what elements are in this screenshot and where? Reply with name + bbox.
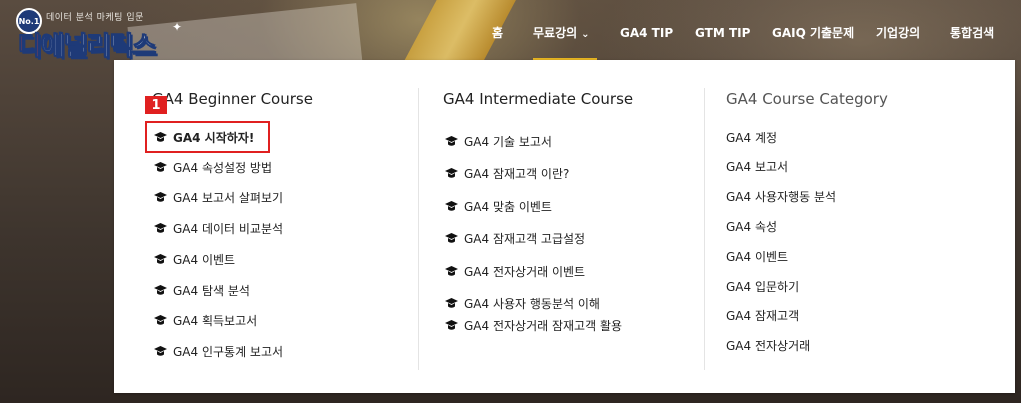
menu-item-label: GA4 데이터 비교분석 — [173, 222, 284, 236]
step-number-badge: 1 — [145, 96, 167, 114]
menu-item[interactable]: GA4 속성설정 방법 — [154, 160, 272, 176]
menu-item[interactable]: GA4 획득보고서 — [154, 313, 257, 329]
nav-item-free-courses[interactable]: 무료강의 ⌄ — [533, 23, 590, 45]
graduation-cap-icon — [154, 315, 167, 325]
main-nav: 홈 무료강의 ⌄ GA4 TIP GTM TIP GAIQ 기출문제 기업강의 통… — [0, 23, 1021, 47]
menu-item[interactable]: GA4 데이터 비교분석 — [154, 221, 283, 237]
menu-item[interactable]: GA4 이벤트 — [154, 252, 235, 268]
menu-item[interactable]: GA4 사용자 행동분석 이해 — [445, 296, 600, 312]
graduation-cap-icon — [445, 266, 458, 276]
graduation-cap-icon — [154, 192, 167, 202]
menu-item-label: GA4 사용자 행동분석 이해 — [464, 297, 600, 311]
column-title-beginner: GA4 Beginner Course — [152, 90, 313, 108]
nav-item-label: 무료강의 — [533, 26, 578, 40]
menu-item-label: GA4 보고서 살펴보기 — [173, 191, 284, 205]
column-divider — [418, 88, 419, 370]
menu-item[interactable]: GA4 전자상거래 잠재고객 활용 — [445, 318, 622, 334]
menu-item[interactable]: GA4 잠재고객 — [726, 308, 799, 324]
column-title-intermediate: GA4 Intermediate Course — [443, 90, 634, 108]
graduation-cap-icon — [154, 285, 167, 295]
menu-item[interactable]: GA4 사용자행동 분석 — [726, 189, 836, 205]
nav-item-gaiq[interactable]: GAIQ 기출문제 — [772, 23, 854, 43]
dropdown-menu: GA4 Beginner Course GA4 시작하자! GA4 속성설정 방… — [114, 60, 1015, 393]
highlight-box — [145, 121, 270, 153]
menu-item[interactable]: GA4 잠재고객 고급설정 — [445, 231, 585, 247]
graduation-cap-icon — [154, 223, 167, 233]
logo-tagline: 데이터 분석 마케팅 입문 — [46, 13, 144, 23]
menu-item-label: GA4 맞춤 이벤트 — [464, 200, 552, 214]
graduation-cap-icon — [154, 254, 167, 264]
menu-item-label: GA4 기술 보고서 — [464, 135, 552, 149]
menu-item-label: GA4 잠재고객 고급설정 — [464, 232, 586, 246]
menu-item-label: GA4 속성설정 방법 — [173, 161, 273, 175]
menu-item[interactable]: GA4 보고서 살펴보기 — [154, 190, 283, 206]
nav-item-search[interactable]: 통합검색 — [950, 23, 994, 43]
menu-item-label: GA4 전자상거래 잠재고객 활용 — [464, 319, 623, 333]
menu-item-label: GA4 인구통계 보고서 — [173, 345, 284, 359]
menu-item[interactable]: GA4 이벤트 — [726, 249, 788, 265]
graduation-cap-icon — [445, 136, 458, 146]
graduation-cap-icon — [154, 346, 167, 356]
chevron-down-icon: ⌄ — [581, 29, 590, 40]
nav-item-corporate[interactable]: 기업강의 — [876, 23, 920, 43]
graduation-cap-icon — [154, 162, 167, 172]
menu-item-label: GA4 탐색 분석 — [173, 284, 250, 298]
nav-item-ga4-tip[interactable]: GA4 TIP — [620, 23, 673, 43]
menu-item[interactable]: GA4 탐색 분석 — [154, 283, 250, 299]
nav-item-home[interactable]: 홈 — [492, 23, 503, 43]
menu-item-label: GA4 잠재고객 이란? — [464, 167, 570, 181]
menu-item[interactable]: GA4 잠재고객 이란? — [445, 166, 569, 182]
graduation-cap-icon — [445, 168, 458, 178]
menu-item[interactable]: GA4 맞춤 이벤트 — [445, 199, 552, 215]
graduation-cap-icon — [445, 201, 458, 211]
menu-item[interactable]: GA4 속성 — [726, 219, 777, 235]
menu-item-label: GA4 획득보고서 — [173, 314, 258, 328]
menu-item[interactable]: GA4 계정 — [726, 130, 777, 146]
menu-item[interactable]: GA4 입문하기 — [726, 279, 799, 295]
nav-item-gtm-tip[interactable]: GTM TIP — [695, 23, 750, 43]
graduation-cap-icon — [445, 233, 458, 243]
column-divider — [704, 88, 705, 370]
menu-item[interactable]: GA4 전자상거래 이벤트 — [445, 264, 585, 280]
menu-item[interactable]: GA4 보고서 — [726, 159, 788, 175]
graduation-cap-icon — [445, 320, 458, 330]
menu-item-label: GA4 전자상거래 이벤트 — [464, 265, 586, 279]
menu-item-label: GA4 이벤트 — [173, 253, 236, 267]
menu-item[interactable]: GA4 기술 보고서 — [445, 134, 552, 150]
column-title-category: GA4 Course Category — [726, 90, 888, 108]
menu-item[interactable]: GA4 전자상거래 — [726, 338, 810, 354]
graduation-cap-icon — [445, 298, 458, 308]
menu-item[interactable]: GA4 인구통계 보고서 — [154, 344, 283, 360]
